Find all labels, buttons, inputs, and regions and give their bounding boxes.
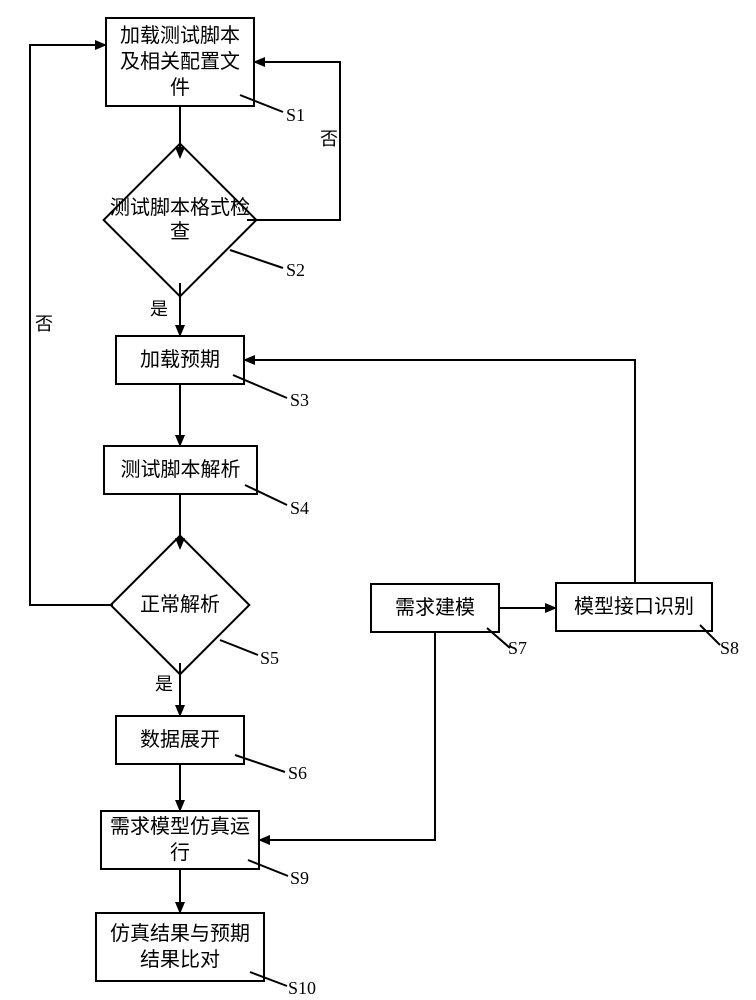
- tag-s9: S9: [290, 868, 309, 889]
- node-s5-text: 正常解析: [140, 593, 220, 617]
- tag-s3: S3: [290, 390, 309, 411]
- node-s6: 数据展开: [115, 715, 245, 765]
- tag-s5: S5: [260, 648, 279, 669]
- node-s7: 需求建模: [370, 583, 500, 633]
- node-s3-text: 加载预期: [140, 347, 220, 373]
- node-s1: 加载测试脚本及相关配置文件: [105, 17, 255, 107]
- node-s8: 模型接口识别: [555, 582, 713, 632]
- node-s9: 需求模型仿真运行: [100, 810, 260, 870]
- node-s3: 加载预期: [115, 335, 245, 385]
- node-s5: 正常解析: [130, 555, 230, 655]
- tag-s1: S1: [286, 105, 305, 126]
- tag-s7: S7: [508, 638, 527, 659]
- node-s9-text: 需求模型仿真运行: [106, 814, 254, 866]
- tag-s6: S6: [288, 763, 307, 784]
- node-s7-text: 需求建模: [395, 595, 475, 621]
- edge-s5-no: 否: [35, 310, 53, 336]
- node-s10-text: 仿真结果与预期结果比对: [101, 921, 259, 973]
- node-s4-text: 测试脚本解析: [121, 457, 241, 483]
- tag-s2: S2: [286, 260, 305, 281]
- node-s1-text: 加载测试脚本及相关配置文件: [111, 23, 249, 101]
- tag-s8: S8: [720, 638, 739, 659]
- node-s2: 测试脚本格式检查: [125, 165, 235, 275]
- node-s6-text: 数据展开: [140, 727, 220, 753]
- node-s4: 测试脚本解析: [103, 445, 258, 495]
- edge-s2-yes: 是: [150, 295, 168, 321]
- node-s8-text: 模型接口识别: [574, 594, 694, 620]
- edge-s2-no: 否: [320, 125, 338, 151]
- node-s2-text: 测试脚本格式检查: [103, 196, 257, 244]
- edge-s5-yes: 是: [155, 670, 173, 696]
- tag-s10: S10: [288, 978, 316, 999]
- tag-s4: S4: [290, 498, 309, 519]
- node-s10: 仿真结果与预期结果比对: [95, 912, 265, 982]
